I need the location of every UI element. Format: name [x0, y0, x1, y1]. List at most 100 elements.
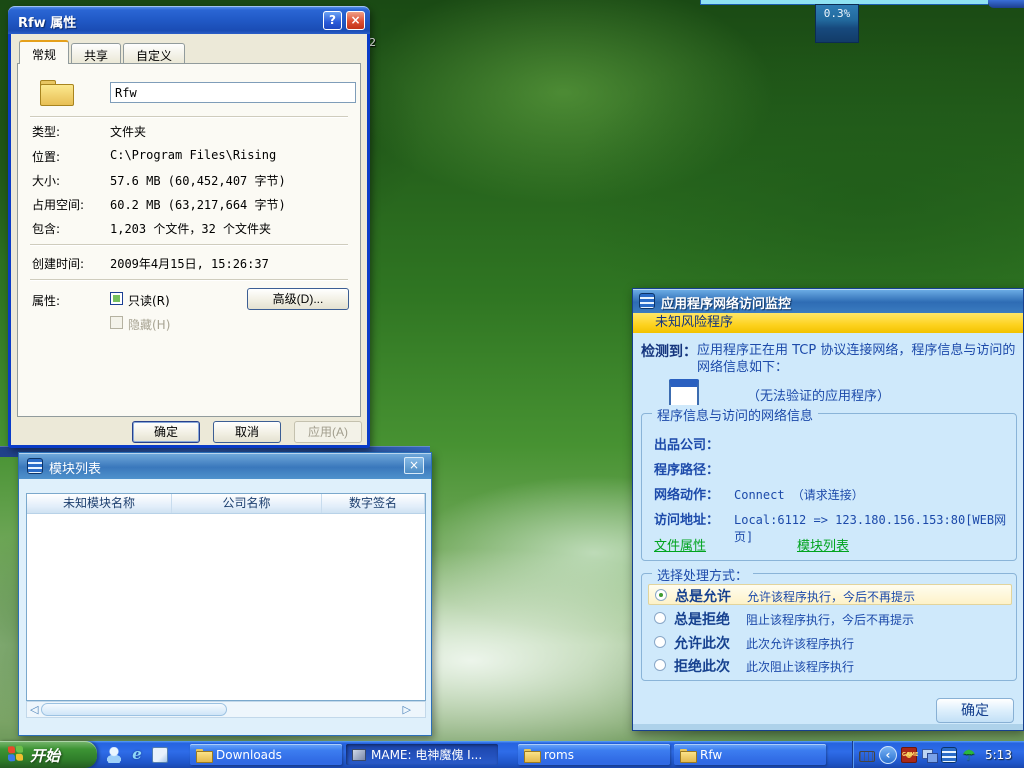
quick-launch: e — [106, 745, 168, 764]
taskbar-button-downloads[interactable]: Downloads — [190, 744, 342, 765]
rising-shield-icon — [639, 293, 655, 309]
size-value: 57.6 MB (60,452,407 字节) — [110, 174, 286, 188]
folder-icon — [680, 748, 697, 763]
access-address-value: Local:6112 => 123.180.156.153:80[WEB网页] — [734, 513, 1007, 544]
scroll-right-icon[interactable]: ▷ — [403, 702, 411, 717]
radio-icon[interactable] — [654, 659, 666, 671]
scrollbar-thumb[interactable] — [41, 703, 227, 716]
apply-button[interactable]: 应用(A) — [294, 421, 362, 443]
network-action-label: 网络动作： — [654, 488, 720, 503]
choice-name: 总是拒绝 — [674, 612, 730, 628]
radio-icon[interactable] — [654, 612, 666, 624]
properties-tab-page: 类型: 文件夹 位置: C:\Program Files\Rising 大小: … — [17, 63, 361, 417]
program-info-group-title: 程序信息与访问的网络信息 — [652, 405, 819, 424]
monitor-ok-button[interactable]: 确定 — [936, 698, 1014, 723]
mame-icon — [352, 748, 366, 761]
readonly-checkbox[interactable] — [110, 292, 123, 305]
dialog-footer — [633, 724, 1023, 730]
taskbar-button-label: Downloads — [216, 747, 282, 762]
taskbar-button-label: roms — [544, 747, 574, 762]
choice-desc: 此次阻止该程序执行 — [746, 660, 855, 674]
ok-button[interactable]: 确定 — [132, 421, 200, 443]
detected-label: 检测到： — [641, 344, 697, 360]
scroll-left-icon[interactable]: ◁ — [30, 702, 38, 717]
mame-tray-icon[interactable]: GAME — [901, 746, 918, 763]
network-action-value: Connect （请求连接） — [734, 488, 864, 502]
choice-allow-once[interactable]: 允许此次 此次允许该程序执行 — [648, 632, 1012, 653]
folder-icon — [196, 748, 213, 763]
network-monitors-icon[interactable] — [921, 747, 938, 763]
separator — [30, 116, 348, 118]
column-digital-signature[interactable]: 数字签名 — [322, 494, 425, 513]
location-value: C:\Program Files\Rising — [110, 148, 277, 162]
cancel-button[interactable]: 取消 — [213, 421, 281, 443]
advanced-button[interactable]: 高级(D)... — [247, 288, 349, 310]
choice-deny-once[interactable]: 拒绝此次 此次阻止该程序执行 — [648, 655, 1012, 676]
horizontal-scrollbar[interactable]: ◁ ▷ — [26, 701, 426, 718]
size-label: 大小: — [32, 174, 61, 188]
type-value: 文件夹 — [110, 125, 147, 139]
hide-icons-chevron-icon[interactable]: ‹ — [879, 745, 897, 764]
choice-name: 总是允许 — [675, 589, 731, 605]
input-method-keyboard-icon[interactable] — [859, 750, 875, 762]
choice-desc: 此次允许该程序执行 — [746, 637, 855, 651]
hidden-checkbox[interactable] — [110, 316, 123, 329]
choice-name: 允许此次 — [674, 636, 730, 652]
file-properties-link[interactable]: 文件属性 — [654, 535, 706, 554]
radio-icon[interactable] — [654, 636, 666, 648]
internet-explorer-icon[interactable]: e — [129, 746, 145, 763]
taskbar: 开始 e Downloads MAME: 电神魔傀 I... roms Rfw … — [0, 741, 1024, 768]
location-label: 位置: — [32, 150, 61, 164]
publisher-label: 出品公司： — [654, 438, 720, 453]
module-list-window: 模块列表 × 未知模块名称 公司名称 数字签名 ◁ ▷ — [18, 452, 432, 736]
module-list-link[interactable]: 模块列表 — [797, 535, 849, 554]
start-button[interactable]: 开始 — [0, 741, 97, 768]
program-path-label: 程序路径： — [654, 463, 720, 478]
rising-umbrella-icon[interactable]: ☂ — [961, 747, 977, 763]
choice-group: 选择处理方式： 总是允许 允许该程序执行，今后不再提示 总是拒绝 阻止该程序执行… — [641, 565, 1017, 681]
tab-general[interactable]: 常规 — [19, 40, 70, 64]
size-on-disk-label: 占用空间: — [32, 198, 85, 212]
desktop: 0.3% 2 Rfw 属性 ? × 常规 共享 自定义 类型: 文件夹 位置: … — [0, 0, 1024, 768]
created-value: 2009年4月15日, 15:26:37 — [110, 257, 269, 271]
properties-titlebar[interactable]: Rfw 属性 ? × — [8, 6, 370, 34]
taskbar-button-roms[interactable]: roms — [518, 744, 670, 765]
unverified-app-text: （无法验证的应用程序） — [747, 389, 891, 404]
contains-value: 1,203 个文件，32 个文件夹 — [110, 222, 272, 236]
module-list-titlebar[interactable]: 模块列表 × — [19, 453, 431, 479]
created-label: 创建时间: — [32, 257, 85, 271]
network-percent-value: 0.3% — [823, 7, 851, 20]
close-icon[interactable]: × — [404, 457, 424, 474]
program-info-group: 程序信息与访问的网络信息 出品公司： 程序路径： 网络动作： Connect （… — [641, 405, 1017, 561]
help-button[interactable]: ? — [323, 11, 342, 30]
choice-desc: 阻止该程序执行，今后不再提示 — [746, 613, 915, 627]
windows-logo-icon — [8, 745, 24, 762]
monitor-titlebar[interactable]: 应用程序网络访问监控 — [633, 289, 1023, 313]
separator — [30, 244, 348, 246]
folder-name-input[interactable] — [110, 82, 356, 103]
radio-selected-icon[interactable] — [655, 589, 667, 601]
detected-text: 应用程序正在用 TCP 协议连接网络，程序信息与访问的网络信息如下： — [697, 343, 1016, 375]
contains-label: 包含: — [32, 222, 61, 236]
messenger-icon[interactable] — [106, 746, 122, 763]
close-icon[interactable]: × — [346, 11, 365, 30]
properties-title: Rfw 属性 — [18, 16, 77, 31]
risk-banner: 未知风险程序 — [633, 313, 1023, 333]
rising-firewall-icon[interactable] — [941, 746, 957, 763]
folder-icon — [524, 748, 541, 763]
choice-always-deny[interactable]: 总是拒绝 阻止该程序执行，今后不再提示 — [648, 608, 1012, 629]
network-speed-widget[interactable]: 0.3% — [815, 4, 859, 43]
column-company-name[interactable]: 公司名称 — [172, 494, 322, 513]
taskbar-button-rfw[interactable]: Rfw — [674, 744, 826, 765]
system-tray: ‹ GAME ☂ 5:13 — [852, 741, 1024, 768]
folder-icon — [40, 80, 74, 106]
taskbar-button-label: MAME: 电神魔傀 I... — [371, 748, 483, 762]
properties-dialog: Rfw 属性 ? × 常规 共享 自定义 类型: 文件夹 位置: C:\Prog… — [8, 6, 370, 448]
column-module-name[interactable]: 未知模块名称 — [27, 494, 172, 513]
tray-clock[interactable]: 5:13 — [985, 748, 1012, 762]
tab-sharing[interactable]: 共享 — [71, 43, 122, 64]
choice-always-allow[interactable]: 总是允许 允许该程序执行，今后不再提示 — [648, 584, 1012, 605]
tab-customize[interactable]: 自定义 — [123, 43, 186, 64]
show-desktop-icon[interactable] — [152, 746, 168, 763]
taskbar-button-mame[interactable]: MAME: 电神魔傀 I... — [346, 744, 498, 765]
